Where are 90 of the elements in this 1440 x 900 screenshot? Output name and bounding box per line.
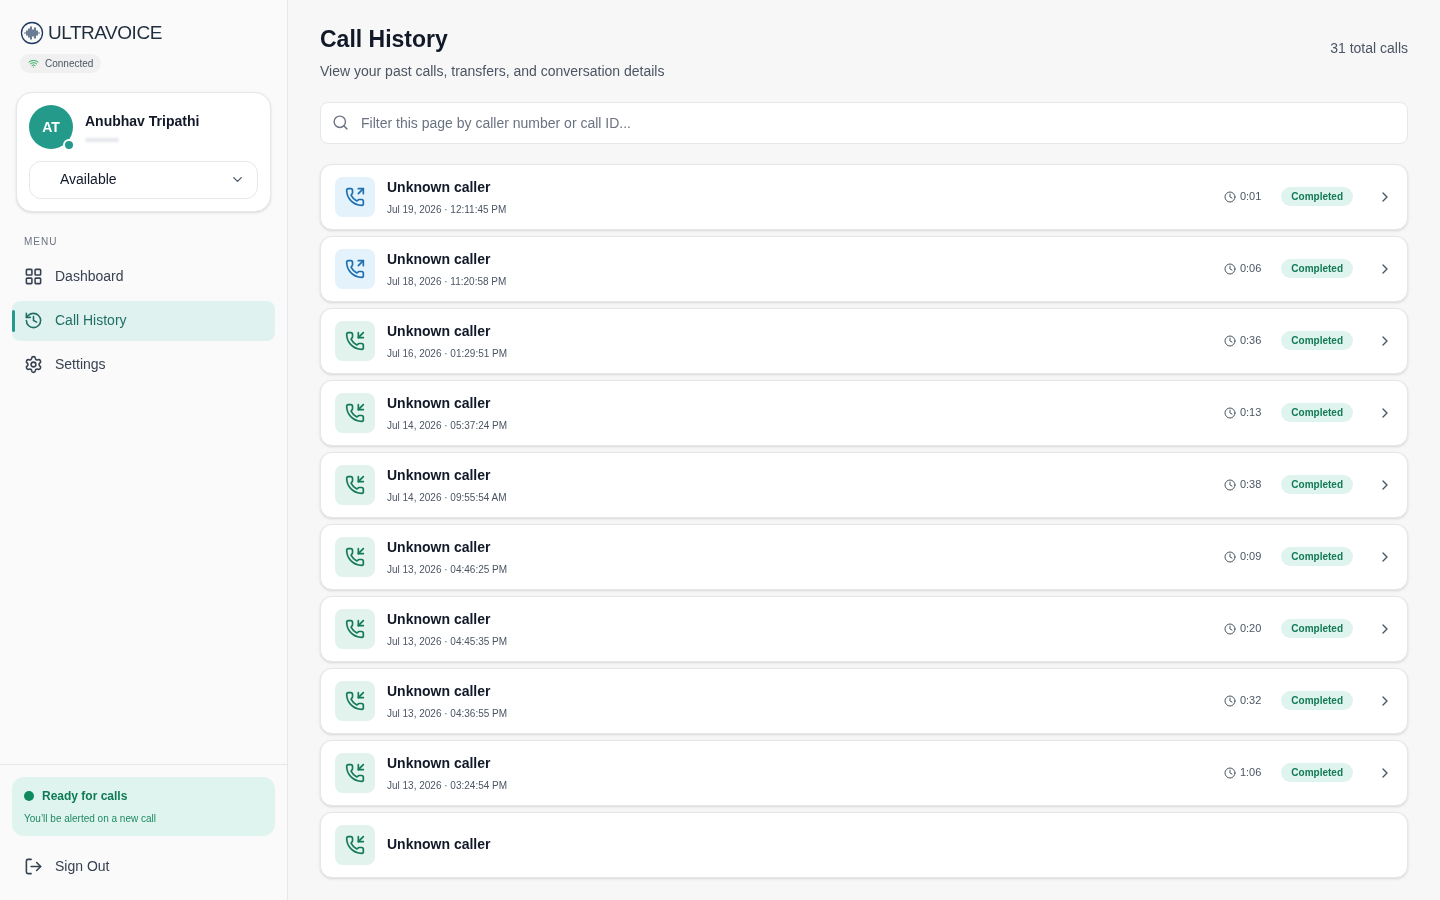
clock-icon [1223, 622, 1236, 635]
total-calls: 31 total calls [1330, 39, 1408, 58]
status-badge: Completed [1281, 619, 1353, 638]
call-row[interactable]: Unknown caller Jul 13, 2026 · 04:36:55 PM 0:32 Completed [320, 667, 1408, 734]
page-title: Call History [320, 25, 449, 54]
clock-icon [1223, 262, 1236, 275]
caller-name: Unknown caller [387, 177, 492, 197]
caller-name: Unknown caller [387, 249, 492, 269]
call-time: Jul 16, 2026 · 01:29:51 PM [387, 346, 509, 361]
wifi-icon [28, 57, 39, 69]
clock-icon [1223, 406, 1236, 419]
ready-text: You’ll be alerted on a new call [24, 812, 157, 826]
status-badge: Completed [1281, 403, 1353, 422]
caller-name: Unknown caller [387, 537, 492, 557]
incoming-call-icon [335, 608, 375, 649]
status-badge: Completed [1281, 763, 1353, 782]
call-row[interactable]: Unknown caller Jul 13, 2026 · 04:45:35 PM 0:20 Completed [320, 595, 1408, 662]
caller-name: Unknown caller [387, 609, 492, 629]
call-duration: 0:36 [1239, 333, 1262, 349]
call-duration: 0:09 [1239, 549, 1262, 565]
call-time: Jul 13, 2026 · 04:45:35 PM [387, 634, 509, 649]
incoming-call-icon [335, 536, 375, 577]
page-subtitle: View your past calls, transfers, and conversation details [320, 61, 665, 81]
menu-item[interactable]: Settings [12, 344, 275, 385]
status-badge: Completed [1281, 331, 1353, 350]
caller-name: Unknown caller [387, 393, 492, 413]
clock-icon [1223, 766, 1236, 779]
caller-name: Unknown caller [387, 465, 492, 485]
logo-icon [20, 21, 44, 46]
call-time: Jul 18, 2026 · 11:20:58 PM [387, 274, 508, 289]
call-duration: 0:20 [1239, 621, 1262, 637]
search-icon [332, 113, 349, 131]
status-badge: Completed [1281, 475, 1353, 494]
status-badge: Completed [1281, 259, 1353, 278]
call-row[interactable]: Unknown caller Jul 13, 2026 · 03:24:54 PM 1:06 Completed [320, 739, 1408, 806]
status-badge: Completed [1281, 691, 1353, 710]
call-duration: 0:13 [1239, 405, 1262, 421]
call-time: Jul 19, 2026 · 12:11:45 PM [387, 202, 508, 217]
call-time: Jul 13, 2026 · 04:46:25 PM [387, 562, 509, 577]
caller-name: Unknown caller [387, 753, 492, 773]
brand-name: ULTRAVOICE [48, 21, 162, 45]
grid-icon [24, 267, 43, 286]
call-row[interactable]: Unknown caller Jul 13, 2026 · 04:46:25 PM 0:09 Completed [320, 523, 1408, 590]
redacted-bar [85, 137, 119, 142]
call-duration: 0:01 [1239, 189, 1262, 205]
call-duration: 0:38 [1239, 477, 1262, 493]
call-row[interactable]: Unknown caller Jul 18, 2026 · 11:20:58 PM 0:06 Completed [320, 235, 1408, 302]
sign-out-button[interactable]: Sign Out [12, 848, 122, 884]
call-duration: 0:06 [1239, 261, 1262, 277]
outgoing-call-icon [335, 248, 375, 289]
sign-out-icon [24, 856, 43, 876]
call-duration: 1:06 [1239, 765, 1262, 781]
status-badge: Completed [1281, 187, 1353, 206]
menu-heading: MENU [23, 234, 59, 249]
caller-name: Unknown caller [387, 321, 492, 341]
outgoing-call-icon [335, 176, 375, 217]
ready-title: Ready for calls [42, 788, 128, 805]
clock-icon [1223, 334, 1236, 347]
clock-icon [1223, 478, 1236, 491]
call-time: Jul 14, 2026 · 09:55:54 AM [387, 490, 508, 505]
incoming-call-icon [335, 752, 375, 793]
caller-name: Unknown caller [387, 681, 492, 701]
incoming-call-icon [335, 680, 375, 721]
incoming-call-icon [335, 392, 375, 433]
call-time: Jul 13, 2026 · 04:36:55 PM [387, 706, 509, 721]
status-badge: Completed [1281, 547, 1353, 566]
call-duration: 0:32 [1239, 693, 1262, 709]
avatar: AT [29, 104, 73, 149]
call-row[interactable]: Unknown caller Jul 19, 2026 · 12:11:45 PM 0:01 Completed [320, 163, 1408, 230]
clock-icon [1223, 190, 1236, 203]
availability-select[interactable]: Available [29, 160, 258, 199]
settings-icon [24, 355, 43, 374]
call-row[interactable]: Unknown caller Jul 14, 2026 · 05:37:24 PM 0:13 Completed [320, 379, 1408, 446]
incoming-call-icon [335, 464, 375, 505]
search-field[interactable]: Filter this page by caller number or call ID... [320, 101, 1408, 144]
user-name: Anubhav Tripathi [85, 111, 200, 131]
call-row[interactable]: Unknown caller [320, 811, 1408, 878]
connection-badge: Connected [20, 53, 102, 73]
call-time: Jul 14, 2026 · 05:37:24 PM [387, 418, 509, 433]
menu-item[interactable]: Dashboard [12, 256, 275, 297]
call-time: Jul 13, 2026 · 03:24:54 PM [387, 778, 509, 793]
menu-item[interactable]: Call History [12, 300, 275, 341]
incoming-call-icon [335, 320, 375, 361]
clock-icon [1223, 550, 1236, 563]
history-icon [24, 311, 43, 330]
incoming-call-icon [335, 824, 375, 865]
caller-name: Unknown caller [387, 835, 492, 854]
call-row[interactable]: Unknown caller Jul 14, 2026 · 09:55:54 AM 0:38 Completed [320, 451, 1408, 518]
call-row[interactable]: Unknown caller Jul 16, 2026 · 01:29:51 PM 0:36 Completed [320, 307, 1408, 374]
clock-icon [1223, 694, 1236, 707]
